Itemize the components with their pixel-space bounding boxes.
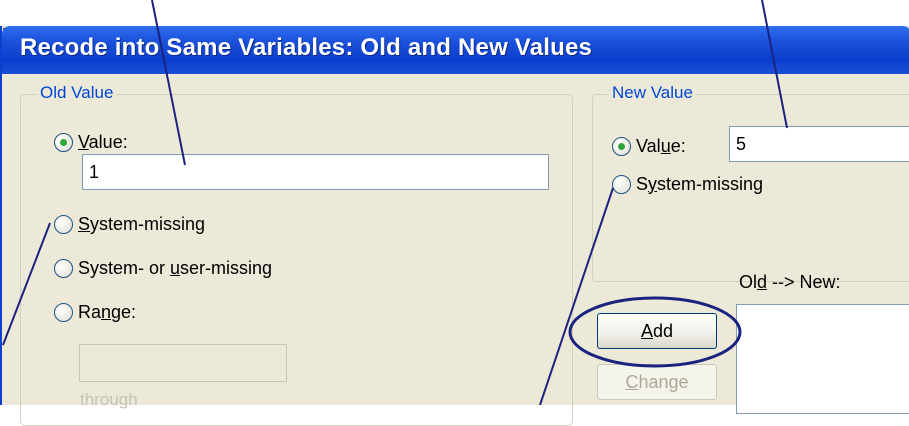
old-system-or-user-missing-label: System- or user-missing (78, 257, 273, 278)
new-value-radio-label: Value: (636, 135, 686, 156)
old-value-radio-label: Value: (78, 131, 128, 152)
window-title: Recode into Same Variables: Old and New … (20, 34, 593, 61)
old-value-input[interactable]: 1 (82, 154, 549, 190)
old-value-legend: Old Value (37, 83, 117, 103)
old-new-listbox[interactable] (736, 304, 909, 414)
new-system-missing-radio[interactable]: System-missing (612, 172, 763, 196)
add-button[interactable]: Add (597, 313, 717, 349)
old-range-label: Range: (78, 301, 137, 322)
new-value-legend: New Value (609, 83, 696, 103)
recode-dialog: Recode into Same Variables: Old and New … (0, 26, 909, 426)
old-system-missing-label: System-missing (78, 213, 206, 234)
title-bar[interactable]: Recode into Same Variables: Old and New … (2, 26, 909, 74)
old-system-or-user-missing-radio[interactable]: System- or user-missing (54, 256, 272, 280)
new-system-missing-indicator (612, 174, 631, 194)
old-range-radio[interactable]: Range: (54, 300, 136, 324)
old-system-missing-indicator (54, 214, 73, 234)
old-new-label: Old --> New: (739, 272, 841, 292)
old-range-indicator (54, 302, 73, 322)
new-value-radio-indicator (612, 136, 631, 156)
range-low-input[interactable] (79, 344, 287, 382)
new-system-missing-label: System-missing (636, 173, 764, 194)
new-value-radio[interactable]: Value: (612, 134, 686, 158)
through-label: through (80, 390, 138, 409)
old-system-or-user-missing-indicator (54, 258, 73, 278)
new-value-input[interactable]: 5 (729, 126, 909, 162)
change-button[interactable]: Change (597, 364, 717, 400)
old-value-radio[interactable]: Value: (54, 130, 128, 154)
old-value-radio-indicator (54, 132, 73, 152)
old-system-missing-radio[interactable]: System-missing (54, 212, 205, 236)
